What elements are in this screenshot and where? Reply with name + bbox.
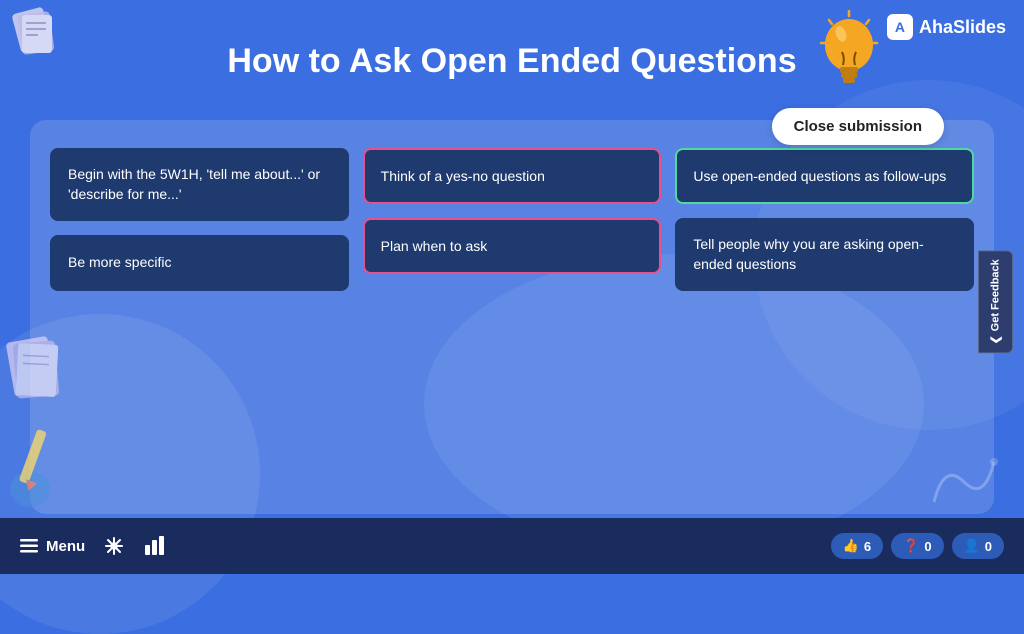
question-stat: ❓ 0 bbox=[891, 533, 943, 559]
card-3: Think of a yes-no question bbox=[363, 148, 662, 204]
question-icon: ❓ bbox=[903, 538, 919, 554]
user-stat: 👤 0 bbox=[952, 533, 1004, 559]
card-2: Be more specific bbox=[50, 235, 349, 291]
user-icon: 👤 bbox=[964, 538, 980, 554]
card-1: Begin with the 5W1H, 'tell me about...' … bbox=[50, 148, 349, 221]
bottom-bar: Menu 👍 6 ❓ 0 bbox=[0, 518, 1024, 574]
deco-squiggle-icon bbox=[924, 452, 1004, 512]
menu-icon bbox=[20, 539, 38, 553]
content-area: Begin with the 5W1H, 'tell me about...' … bbox=[30, 120, 994, 514]
menu-button[interactable]: Menu bbox=[20, 538, 85, 555]
bottom-right-stats: 👍 6 ❓ 0 👤 0 bbox=[831, 533, 1004, 559]
chart-button[interactable] bbox=[143, 535, 165, 557]
confetti-icon bbox=[103, 535, 125, 557]
deco-pencil-icon bbox=[0, 409, 70, 509]
close-submission-button[interactable]: Close submission bbox=[772, 108, 944, 145]
logo: A AhaSlides bbox=[887, 14, 1006, 40]
card-4: Plan when to ask bbox=[363, 218, 662, 274]
column-2: Use open-ended questions as follow-ups T… bbox=[675, 148, 974, 291]
thumbs-up-stat: 👍 6 bbox=[831, 533, 883, 559]
thumbs-up-count: 6 bbox=[864, 539, 871, 554]
column-0: Begin with the 5W1H, 'tell me about...' … bbox=[50, 148, 349, 291]
confetti-button[interactable] bbox=[103, 535, 125, 557]
logo-text: AhaSlides bbox=[919, 17, 1006, 38]
cards-grid: Begin with the 5W1H, 'tell me about...' … bbox=[50, 148, 974, 291]
card-6: Tell people why you are asking open-ende… bbox=[675, 218, 974, 291]
question-count: 0 bbox=[924, 539, 931, 554]
logo-icon-letter: A bbox=[895, 19, 905, 35]
bottom-left-controls: Menu bbox=[20, 535, 165, 557]
column-1: Think of a yes-no question Plan when to … bbox=[363, 148, 662, 291]
chart-icon bbox=[143, 535, 165, 557]
feedback-wrapper: ❮ Get Feedback bbox=[978, 250, 1024, 353]
feedback-tab-label: Get Feedback bbox=[990, 259, 1002, 331]
deco-note-icon bbox=[5, 334, 65, 404]
feedback-arrow-icon: ❮ bbox=[989, 335, 1002, 344]
user-count: 0 bbox=[985, 539, 992, 554]
get-feedback-tab[interactable]: ❮ Get Feedback bbox=[978, 250, 1013, 353]
thumbs-up-icon: 👍 bbox=[843, 538, 859, 554]
page-title: How to Ask Open Ended Questions bbox=[0, 42, 1024, 81]
menu-label: Menu bbox=[46, 538, 85, 555]
card-5: Use open-ended questions as follow-ups bbox=[675, 148, 974, 204]
logo-icon: A bbox=[887, 14, 913, 40]
